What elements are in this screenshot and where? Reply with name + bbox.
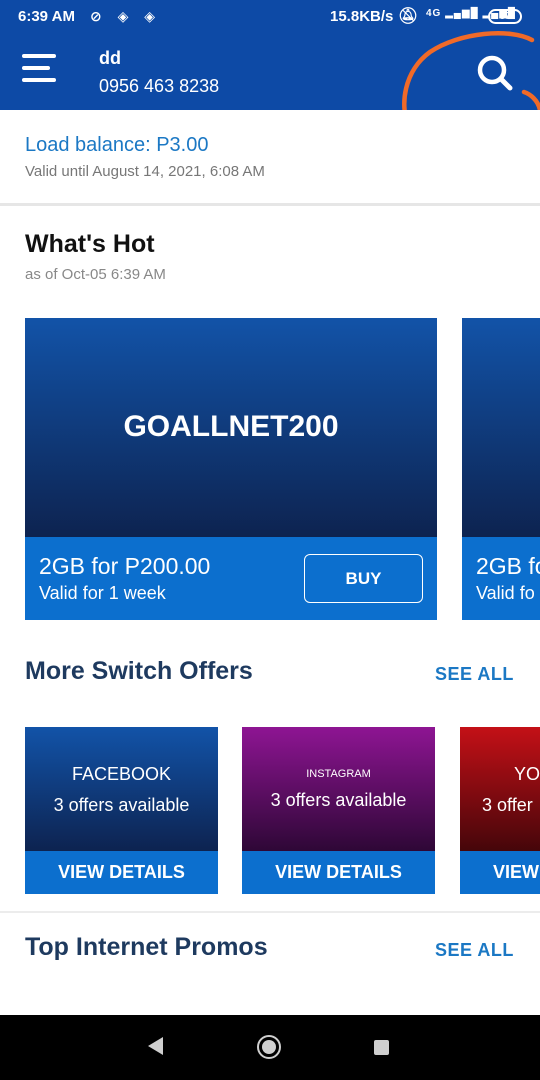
promo-code: GOALLNET200 [123, 410, 339, 443]
buy-button[interactable]: BUY [304, 554, 423, 603]
account-name: dd [99, 48, 121, 68]
promo-price: 2GB for P200.00 [39, 553, 211, 579]
promo-price: 2GB fo [476, 553, 540, 579]
search-icon[interactable] [472, 50, 518, 96]
offer-count: 3 offers available [270, 790, 407, 810]
system-nav-bar [0, 1015, 540, 1080]
view-details-button[interactable]: VIEW DETAILS [242, 851, 435, 894]
promo-card[interactable]: 2GB fo Valid fo [462, 318, 540, 620]
whats-hot-title: What's Hot [25, 230, 155, 258]
back-icon[interactable] [148, 1037, 163, 1055]
offer-name: INSTAGRAM [306, 768, 371, 780]
recent-apps-icon[interactable] [374, 1040, 389, 1055]
network-speed: 15.8KB/s [330, 8, 394, 25]
status-time: 6:39 AM [18, 8, 75, 25]
load-balance[interactable]: Load balance: P3.00 [25, 134, 209, 157]
battery-icon: 37 [488, 9, 522, 24]
view-details-button[interactable]: VIEW DETAILS [25, 851, 218, 894]
offer-name: FACEBOOK [71, 764, 172, 784]
see-all-top-promos[interactable]: SEE ALL [435, 940, 514, 961]
app-header: 6:39 AM ⊘ ◈ ◈ 15.8KB/s 🔕︎ 4G ▂▄▆█ ▂▄▆█ 3… [0, 0, 540, 110]
promo-banner [462, 318, 540, 537]
promo-validity: Valid for 1 week [39, 583, 166, 603]
account-number: 0956 463 8238 [99, 76, 220, 96]
home-icon[interactable] [257, 1035, 281, 1059]
promo-footer: 2GB for P200.00 Valid for 1 week BUY [25, 537, 437, 620]
top-promos-title: Top Internet Promos [25, 933, 268, 961]
see-all-switch-offers[interactable]: SEE ALL [435, 664, 514, 685]
offer-banner [25, 727, 218, 851]
section-divider [0, 911, 540, 913]
notification-icons: ⊘ ◈ ◈ [90, 8, 162, 24]
promo-card[interactable]: GOALLNET200 2GB for P200.00 Valid for 1 … [25, 318, 437, 620]
bell-off-icon: 🔕︎ [398, 8, 419, 25]
offer-card-instagram[interactable]: INSTAGRAM 3 offers available VIEW DETAIL… [242, 727, 435, 894]
status-bar: 6:39 AM ⊘ ◈ ◈ 15.8KB/s 🔕︎ 4G ▂▄▆█ ▂▄▆█ 3… [0, 0, 540, 34]
offer-banner [460, 727, 540, 851]
offer-count: 3 offers available [53, 795, 190, 815]
offer-card-youtube[interactable]: YO 3 offer VIEW [460, 727, 540, 894]
offer-name: YO [514, 764, 540, 784]
switch-offers-title: More Switch Offers [25, 657, 253, 685]
menu-icon[interactable] [22, 54, 56, 88]
promo-validity: Valid fo [476, 583, 535, 603]
offer-count: 3 offer [482, 795, 533, 815]
balance-panel: Load balance: P3.00 Valid until August 1… [0, 110, 540, 206]
offer-card-facebook[interactable]: FACEBOOK 3 offers available VIEW DETAILS [25, 727, 218, 894]
whats-hot-timestamp: as of Oct-05 6:39 AM [25, 266, 166, 283]
offer-banner [242, 727, 435, 851]
view-details-button[interactable]: VIEW [460, 851, 540, 894]
promo-footer: 2GB fo Valid fo [462, 537, 540, 620]
balance-validity: Valid until August 14, 2021, 6:08 AM [25, 163, 265, 180]
